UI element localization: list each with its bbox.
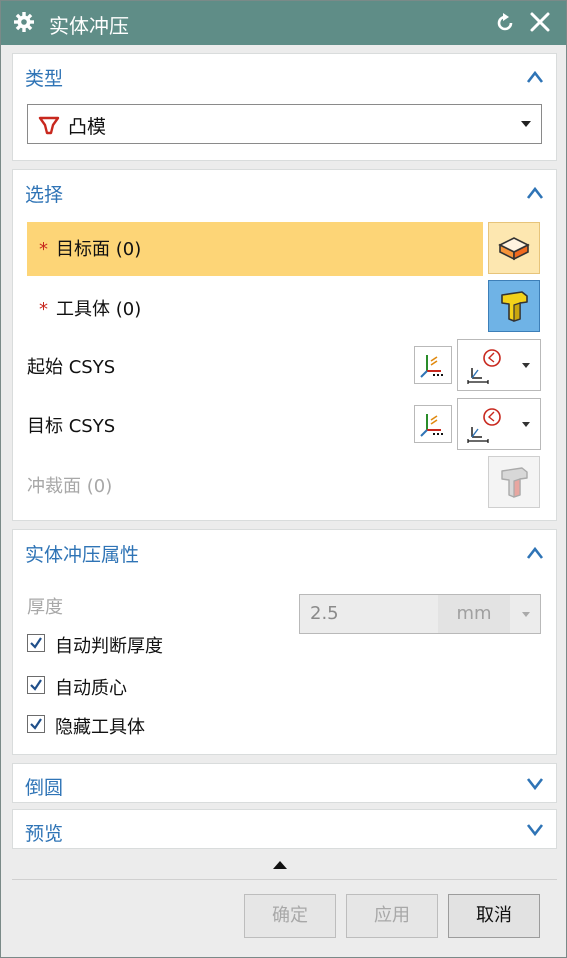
close-icon[interactable] [529, 11, 551, 33]
punch-type-icon [38, 116, 60, 135]
chevron-up-icon[interactable] [526, 186, 544, 200]
ok-button[interactable]: 确定 [244, 894, 336, 938]
preview-section[interactable]: 预览 [12, 809, 557, 849]
thickness-input[interactable]: 2.5 mm [299, 594, 541, 634]
target-csys-dropdown[interactable] [457, 398, 541, 450]
chevron-down-icon[interactable] [526, 777, 544, 791]
auto-centroid-label: 自动质心 [55, 678, 127, 699]
thickness-unit: mm [438, 595, 510, 633]
selection-section: 选择 * 目标面 (0) * 工具体 (0) 起始 CSYS 目标 CSYS 冲… [12, 169, 557, 521]
csys-dialog-icon [420, 355, 443, 378]
type-section-title[interactable]: 类型 [25, 64, 63, 91]
target-csys-label: 目标 CSYS [27, 416, 116, 437]
face-select-icon [498, 237, 530, 261]
auto-thickness-checkbox[interactable] [27, 634, 45, 652]
thickness-value: 2.5 [310, 603, 339, 624]
reset-icon[interactable] [494, 12, 516, 34]
start-csys-dropdown[interactable] [457, 339, 541, 391]
tool-body-label: * 工具体 (0) [39, 299, 142, 320]
thickness-label: 厚度 [27, 597, 63, 618]
target-csys-dialog-button[interactable] [414, 405, 452, 443]
dropdown-arrow-icon [522, 363, 530, 368]
select-tool-body-button[interactable] [488, 280, 540, 332]
csys-dialog-icon [420, 414, 443, 437]
dropdown-arrow-icon [522, 612, 530, 617]
apply-button[interactable]: 应用 [346, 894, 438, 938]
gear-icon[interactable] [13, 11, 35, 33]
fillet-section[interactable]: 倒圆 [12, 763, 557, 803]
cancel-button[interactable]: 取消 [448, 894, 540, 938]
punch-face-icon [501, 467, 528, 498]
auto-thickness-label: 自动判断厚度 [55, 636, 163, 657]
type-section: 类型 凸模 [12, 53, 557, 161]
expand-more-icon[interactable] [273, 861, 287, 869]
type-select-value: 凸模 [68, 116, 107, 138]
fillet-section-title: 倒圆 [25, 777, 64, 799]
chevron-up-icon[interactable] [526, 546, 544, 560]
stamp-dialog: 实体冲压 类型 凸模 选择 * 目标面 (0) * 工具体 (0) 起始 CSY… [0, 0, 567, 958]
checkmark-icon [30, 679, 42, 691]
dialog-title: 实体冲压 [49, 14, 129, 38]
chevron-up-icon[interactable] [526, 70, 544, 84]
start-csys-dialog-button[interactable] [414, 346, 452, 384]
inferred-csys-icon [467, 408, 501, 443]
properties-section: 实体冲压属性 厚度 2.5 mm 自动判断厚度 自动质心 隐藏工具体 [12, 529, 557, 755]
properties-section-title[interactable]: 实体冲压属性 [25, 540, 139, 567]
preview-section-title: 预览 [25, 823, 64, 845]
footer-divider [12, 879, 557, 880]
checkmark-icon [30, 718, 42, 730]
inferred-csys-icon [467, 349, 501, 384]
select-face-button[interactable] [488, 222, 540, 274]
type-select[interactable]: 凸模 [27, 104, 542, 144]
title-bar: 实体冲压 [1, 1, 566, 45]
dropdown-arrow-icon [521, 121, 531, 127]
hide-tool-body-label: 隐藏工具体 [55, 717, 145, 738]
tool-body-icon [501, 291, 528, 322]
select-punch-face-button[interactable] [488, 456, 540, 508]
dropdown-arrow-icon [522, 422, 530, 427]
auto-centroid-checkbox[interactable] [27, 676, 45, 694]
checkmark-icon [30, 637, 42, 649]
punch-face-label: 冲裁面 (0) [27, 476, 113, 497]
chevron-down-icon[interactable] [526, 823, 544, 837]
required-marker: * [39, 299, 48, 320]
target-face-label: * 目标面 (0) [39, 239, 142, 260]
start-csys-label: 起始 CSYS [27, 357, 116, 378]
required-marker: * [39, 239, 48, 260]
selection-section-title[interactable]: 选择 [25, 180, 63, 207]
hide-tool-body-checkbox[interactable] [27, 715, 45, 733]
